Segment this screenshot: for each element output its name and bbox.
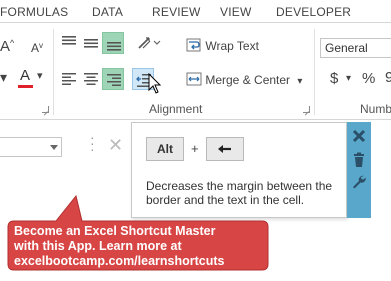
wrap-text-icon bbox=[186, 38, 201, 52]
middle-align-button[interactable] bbox=[80, 32, 102, 54]
percent-glyph: % bbox=[362, 70, 376, 87]
align-right-button[interactable] bbox=[102, 68, 124, 90]
tab-formulas[interactable]: FORMULAS bbox=[0, 5, 68, 19]
merge-center-button[interactable]: Merge & Center ▾ bbox=[186, 72, 302, 87]
center-button[interactable] bbox=[80, 68, 102, 90]
popup-side-toolbar bbox=[347, 122, 371, 218]
tab-view[interactable]: VIEW bbox=[220, 5, 251, 19]
align-left-button[interactable] bbox=[58, 68, 80, 90]
tab-developer[interactable]: DEVELOPER bbox=[276, 5, 351, 19]
number-group-label: Numb bbox=[360, 102, 391, 116]
align-right-icon bbox=[107, 74, 121, 86]
group-separator bbox=[314, 29, 315, 115]
cancel-entry-icon[interactable]: ✕ bbox=[108, 135, 123, 156]
trash-icon[interactable] bbox=[351, 152, 367, 168]
key-left-arrow bbox=[206, 137, 244, 161]
middle-align-icon bbox=[84, 39, 98, 48]
callout-line: Become an Excel Shortcut Master bbox=[14, 224, 216, 238]
key-alt: Alt bbox=[146, 137, 184, 161]
fill-color-dropdown[interactable]: ▾ bbox=[0, 69, 7, 86]
increase-font-glyph: A bbox=[0, 38, 11, 55]
top-align-icon bbox=[62, 36, 76, 45]
increase-indent-button[interactable] bbox=[160, 68, 182, 90]
bottom-align-button[interactable] bbox=[102, 32, 124, 54]
callout-link[interactable]: excelbootcamp.com/learnshortcuts bbox=[14, 254, 264, 269]
left-arrow-icon bbox=[218, 145, 231, 153]
number-format-select[interactable]: General bbox=[320, 38, 391, 58]
promo-callout-text[interactable]: Become an Excel Shortcut Master with thi… bbox=[14, 224, 264, 269]
merge-center-label: Merge & Center bbox=[205, 73, 291, 87]
key-plus: + bbox=[191, 141, 199, 156]
wrap-text-label: Wrap Text bbox=[205, 39, 259, 53]
alignment-group-label: Alignment bbox=[149, 102, 203, 116]
currency-button[interactable]: $ bbox=[330, 70, 338, 87]
alignment-dialog-launcher-icon[interactable] bbox=[303, 106, 310, 113]
align-center-icon bbox=[84, 73, 98, 85]
percent-button[interactable]: % bbox=[362, 70, 375, 87]
comma-style-button[interactable]: 9 bbox=[385, 69, 391, 86]
font-color-dropdown[interactable]: ▾ bbox=[37, 69, 43, 82]
orientation-icon bbox=[138, 37, 161, 49]
decrease-font-glyph: A bbox=[31, 41, 40, 55]
currency-dropdown[interactable]: ▾ bbox=[346, 73, 351, 84]
tab-data[interactable]: DATA bbox=[92, 5, 123, 19]
caret-down-icon: v bbox=[39, 41, 44, 50]
top-align-button[interactable] bbox=[58, 32, 80, 54]
name-box-dropdown-icon[interactable] bbox=[50, 145, 58, 150]
wrench-icon[interactable] bbox=[351, 174, 367, 190]
bottom-align-icon bbox=[107, 42, 121, 51]
tab-review[interactable]: REVIEW bbox=[152, 5, 201, 19]
wrap-text-button[interactable]: Wrap Text bbox=[186, 38, 259, 53]
ribbon-home: A^ Av ▾ A ▾ Wrap Text Merge & Center ▾ A… bbox=[0, 22, 391, 120]
currency-glyph: $ bbox=[330, 70, 339, 87]
font-color-glyph: A bbox=[20, 67, 31, 84]
shortcut-description: Decreases the margin between the border … bbox=[146, 179, 333, 207]
ribbon-tab-bar: FORMULAS DATA REVIEW VIEW DEVELOPER bbox=[0, 0, 391, 22]
decrease-font-size-button[interactable]: Av bbox=[31, 41, 43, 55]
shortcut-popup: Alt + Decreases the margin between the b… bbox=[131, 122, 347, 218]
chevron-down-icon[interactable]: ▾ bbox=[297, 76, 302, 87]
font-color-button[interactable]: A bbox=[20, 67, 30, 84]
close-icon[interactable] bbox=[351, 128, 367, 144]
caret-up-icon: ^ bbox=[10, 38, 15, 48]
callout-line: with this App. Learn more at bbox=[14, 239, 182, 253]
merge-center-icon bbox=[186, 72, 202, 86]
orientation-button[interactable] bbox=[134, 32, 164, 54]
formula-bar-grip-icon[interactable]: · · · bbox=[90, 130, 95, 156]
align-left-icon bbox=[62, 73, 76, 85]
font-color-bar bbox=[18, 85, 33, 88]
increase-font-size-button[interactable]: A^ bbox=[0, 38, 14, 55]
font-dialog-launcher-icon[interactable] bbox=[42, 106, 49, 113]
group-separator bbox=[53, 29, 54, 115]
